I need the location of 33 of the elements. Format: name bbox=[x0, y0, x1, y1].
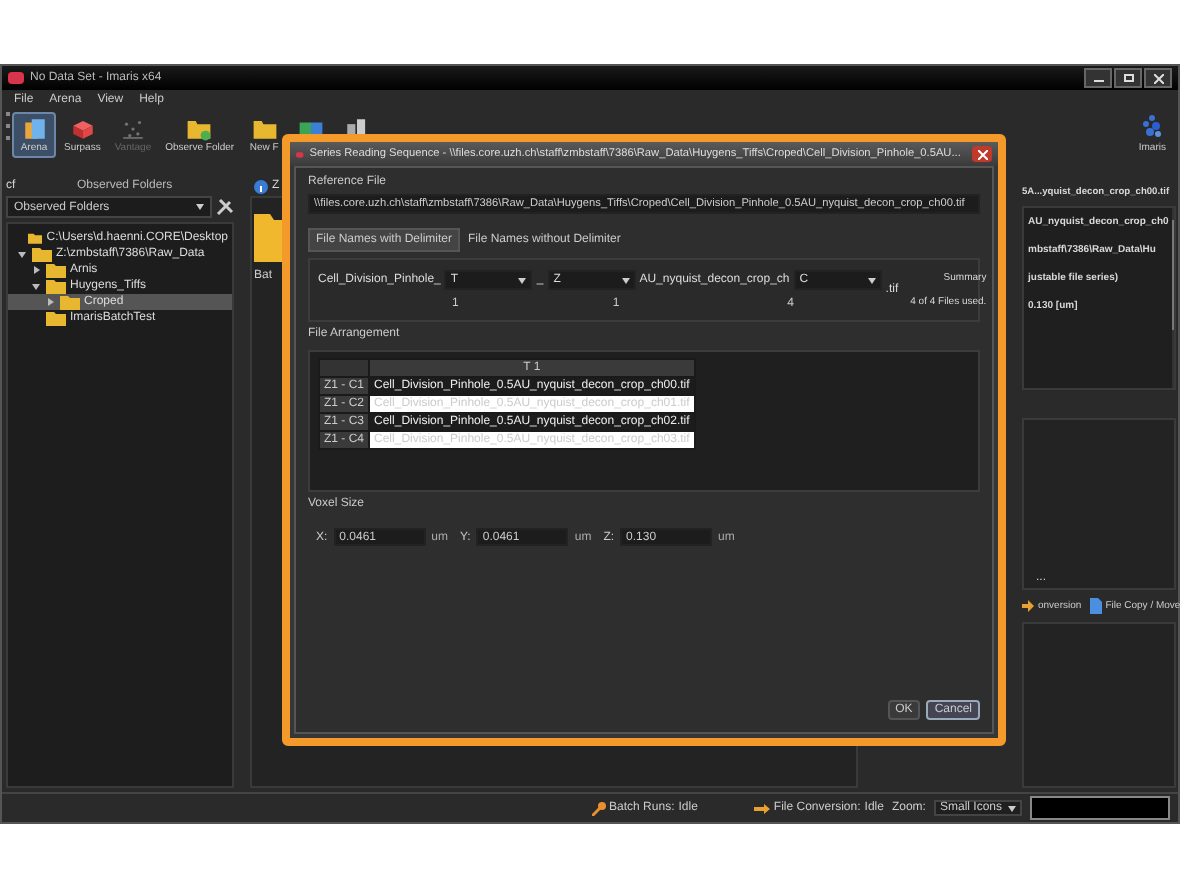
close-button[interactable] bbox=[1144, 68, 1172, 88]
minimize-icon bbox=[1093, 74, 1103, 82]
app-icon bbox=[296, 149, 304, 159]
close-icon bbox=[1153, 73, 1163, 83]
maximize-icon bbox=[1123, 74, 1133, 82]
folder-icon bbox=[251, 116, 278, 142]
memory-meter bbox=[1030, 796, 1170, 820]
table-corner bbox=[319, 359, 370, 377]
caret-icon bbox=[518, 277, 527, 283]
documents-icon bbox=[21, 116, 47, 142]
info-icon bbox=[254, 179, 268, 193]
collapsed-arrow-icon bbox=[44, 296, 56, 308]
collapsed-arrow-icon bbox=[30, 264, 42, 276]
dotted-sphere-icon bbox=[1140, 112, 1165, 140]
scrollbar[interactable] bbox=[1172, 208, 1174, 388]
document-icon bbox=[1089, 598, 1102, 614]
close-icon bbox=[977, 149, 988, 159]
expanded-arrow-icon bbox=[30, 280, 42, 292]
folder-check-icon bbox=[186, 116, 213, 142]
close-button[interactable] bbox=[972, 146, 992, 162]
arrow-icon bbox=[753, 803, 770, 813]
caret-icon bbox=[867, 277, 876, 283]
dot-cluster-icon bbox=[119, 116, 146, 142]
caret-icon bbox=[621, 277, 630, 283]
expanded-arrow-icon bbox=[16, 248, 28, 260]
caret-icon bbox=[1008, 805, 1016, 811]
cube-stack-icon bbox=[69, 116, 96, 142]
app-icon bbox=[8, 72, 24, 84]
arrow-icon bbox=[1022, 600, 1034, 612]
key-icon bbox=[591, 801, 606, 815]
minimize-button[interactable] bbox=[1084, 68, 1112, 88]
caret-icon bbox=[196, 204, 204, 210]
maximize-button[interactable] bbox=[1114, 68, 1142, 88]
